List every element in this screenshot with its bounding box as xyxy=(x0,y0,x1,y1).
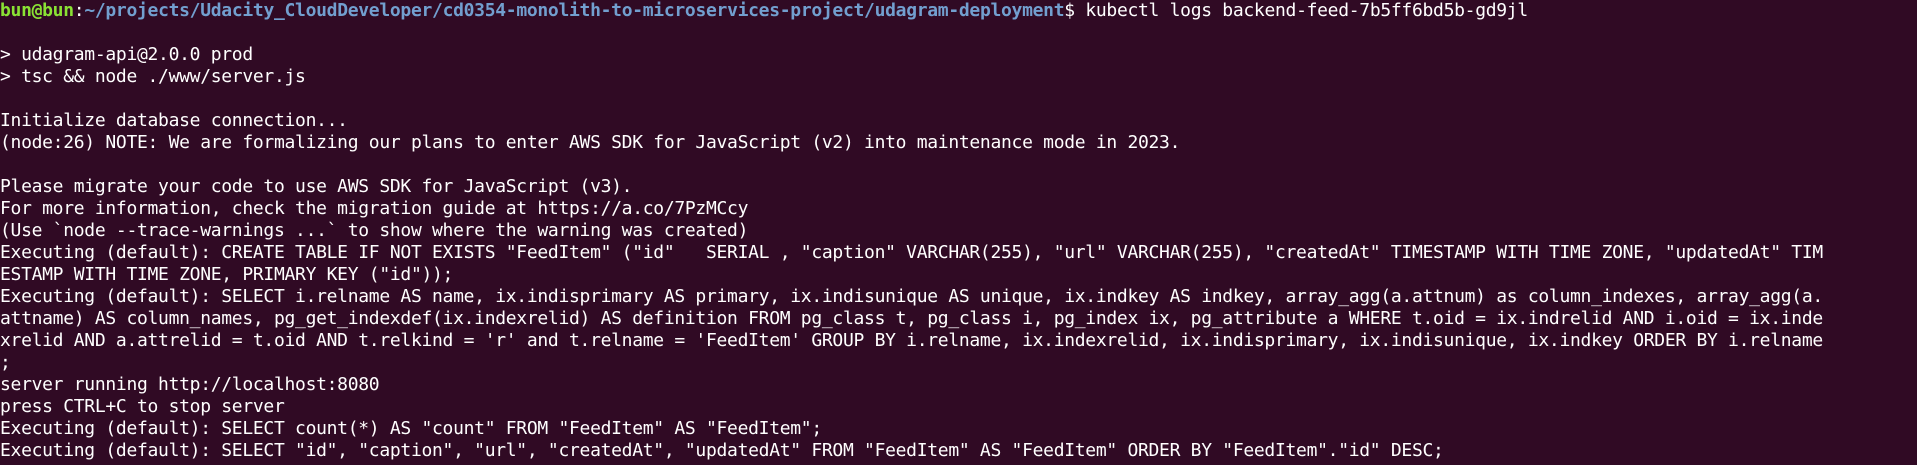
terminal-output: > udagram-api@2.0.0 prod > tsc && node ./… xyxy=(0,22,1917,462)
scrollbar[interactable] xyxy=(1909,0,1917,465)
output-line: ESTAMP WITH TIME ZONE, PRIMARY KEY ("id"… xyxy=(0,264,454,285)
output-line: press CTRL+C to stop server xyxy=(0,396,285,417)
output-line: xrelid AND a.attrelid = t.oid AND t.relk… xyxy=(0,330,1823,351)
output-line: Executing (default): CREATE TABLE IF NOT… xyxy=(0,242,1823,263)
prompt-user-host: bun@bun xyxy=(0,0,74,21)
output-line: Executing (default): SELECT i.relname AS… xyxy=(0,286,1823,307)
prompt-path: ~/projects/Udacity_CloudDeveloper/cd0354… xyxy=(84,0,1065,21)
output-line: ; xyxy=(0,352,11,373)
output-line: For more information, check the migratio… xyxy=(0,198,749,219)
terminal-window[interactable]: bun@bun:~/projects/Udacity_CloudDevelope… xyxy=(0,0,1917,465)
output-line: attname) AS column_names, pg_get_indexde… xyxy=(0,308,1823,329)
prompt-separator: : xyxy=(73,0,85,21)
output-line: Executing (default): SELECT "id", "capti… xyxy=(0,440,1444,461)
output-line: > tsc && node ./www/server.js xyxy=(0,66,306,87)
prompt-command: kubectl logs backend-feed-7b5ff6bd5b-gd9… xyxy=(1085,0,1528,21)
prompt-line: bun@bun:~/projects/Udacity_CloudDevelope… xyxy=(0,0,1917,22)
output-line: > udagram-api@2.0.0 prod xyxy=(0,44,253,65)
output-line: Please migrate your code to use AWS SDK … xyxy=(0,176,633,197)
output-line: server running http://localhost:8080 xyxy=(0,374,380,395)
prompt-symbol: $ xyxy=(1064,0,1086,21)
output-line: (Use `node --trace-warnings ...` to show… xyxy=(0,220,749,241)
output-line: Initialize database connection... xyxy=(0,110,348,131)
output-line: (node:26) NOTE: We are formalizing our p… xyxy=(0,132,1181,153)
output-line: Executing (default): SELECT count(*) AS … xyxy=(0,418,822,439)
